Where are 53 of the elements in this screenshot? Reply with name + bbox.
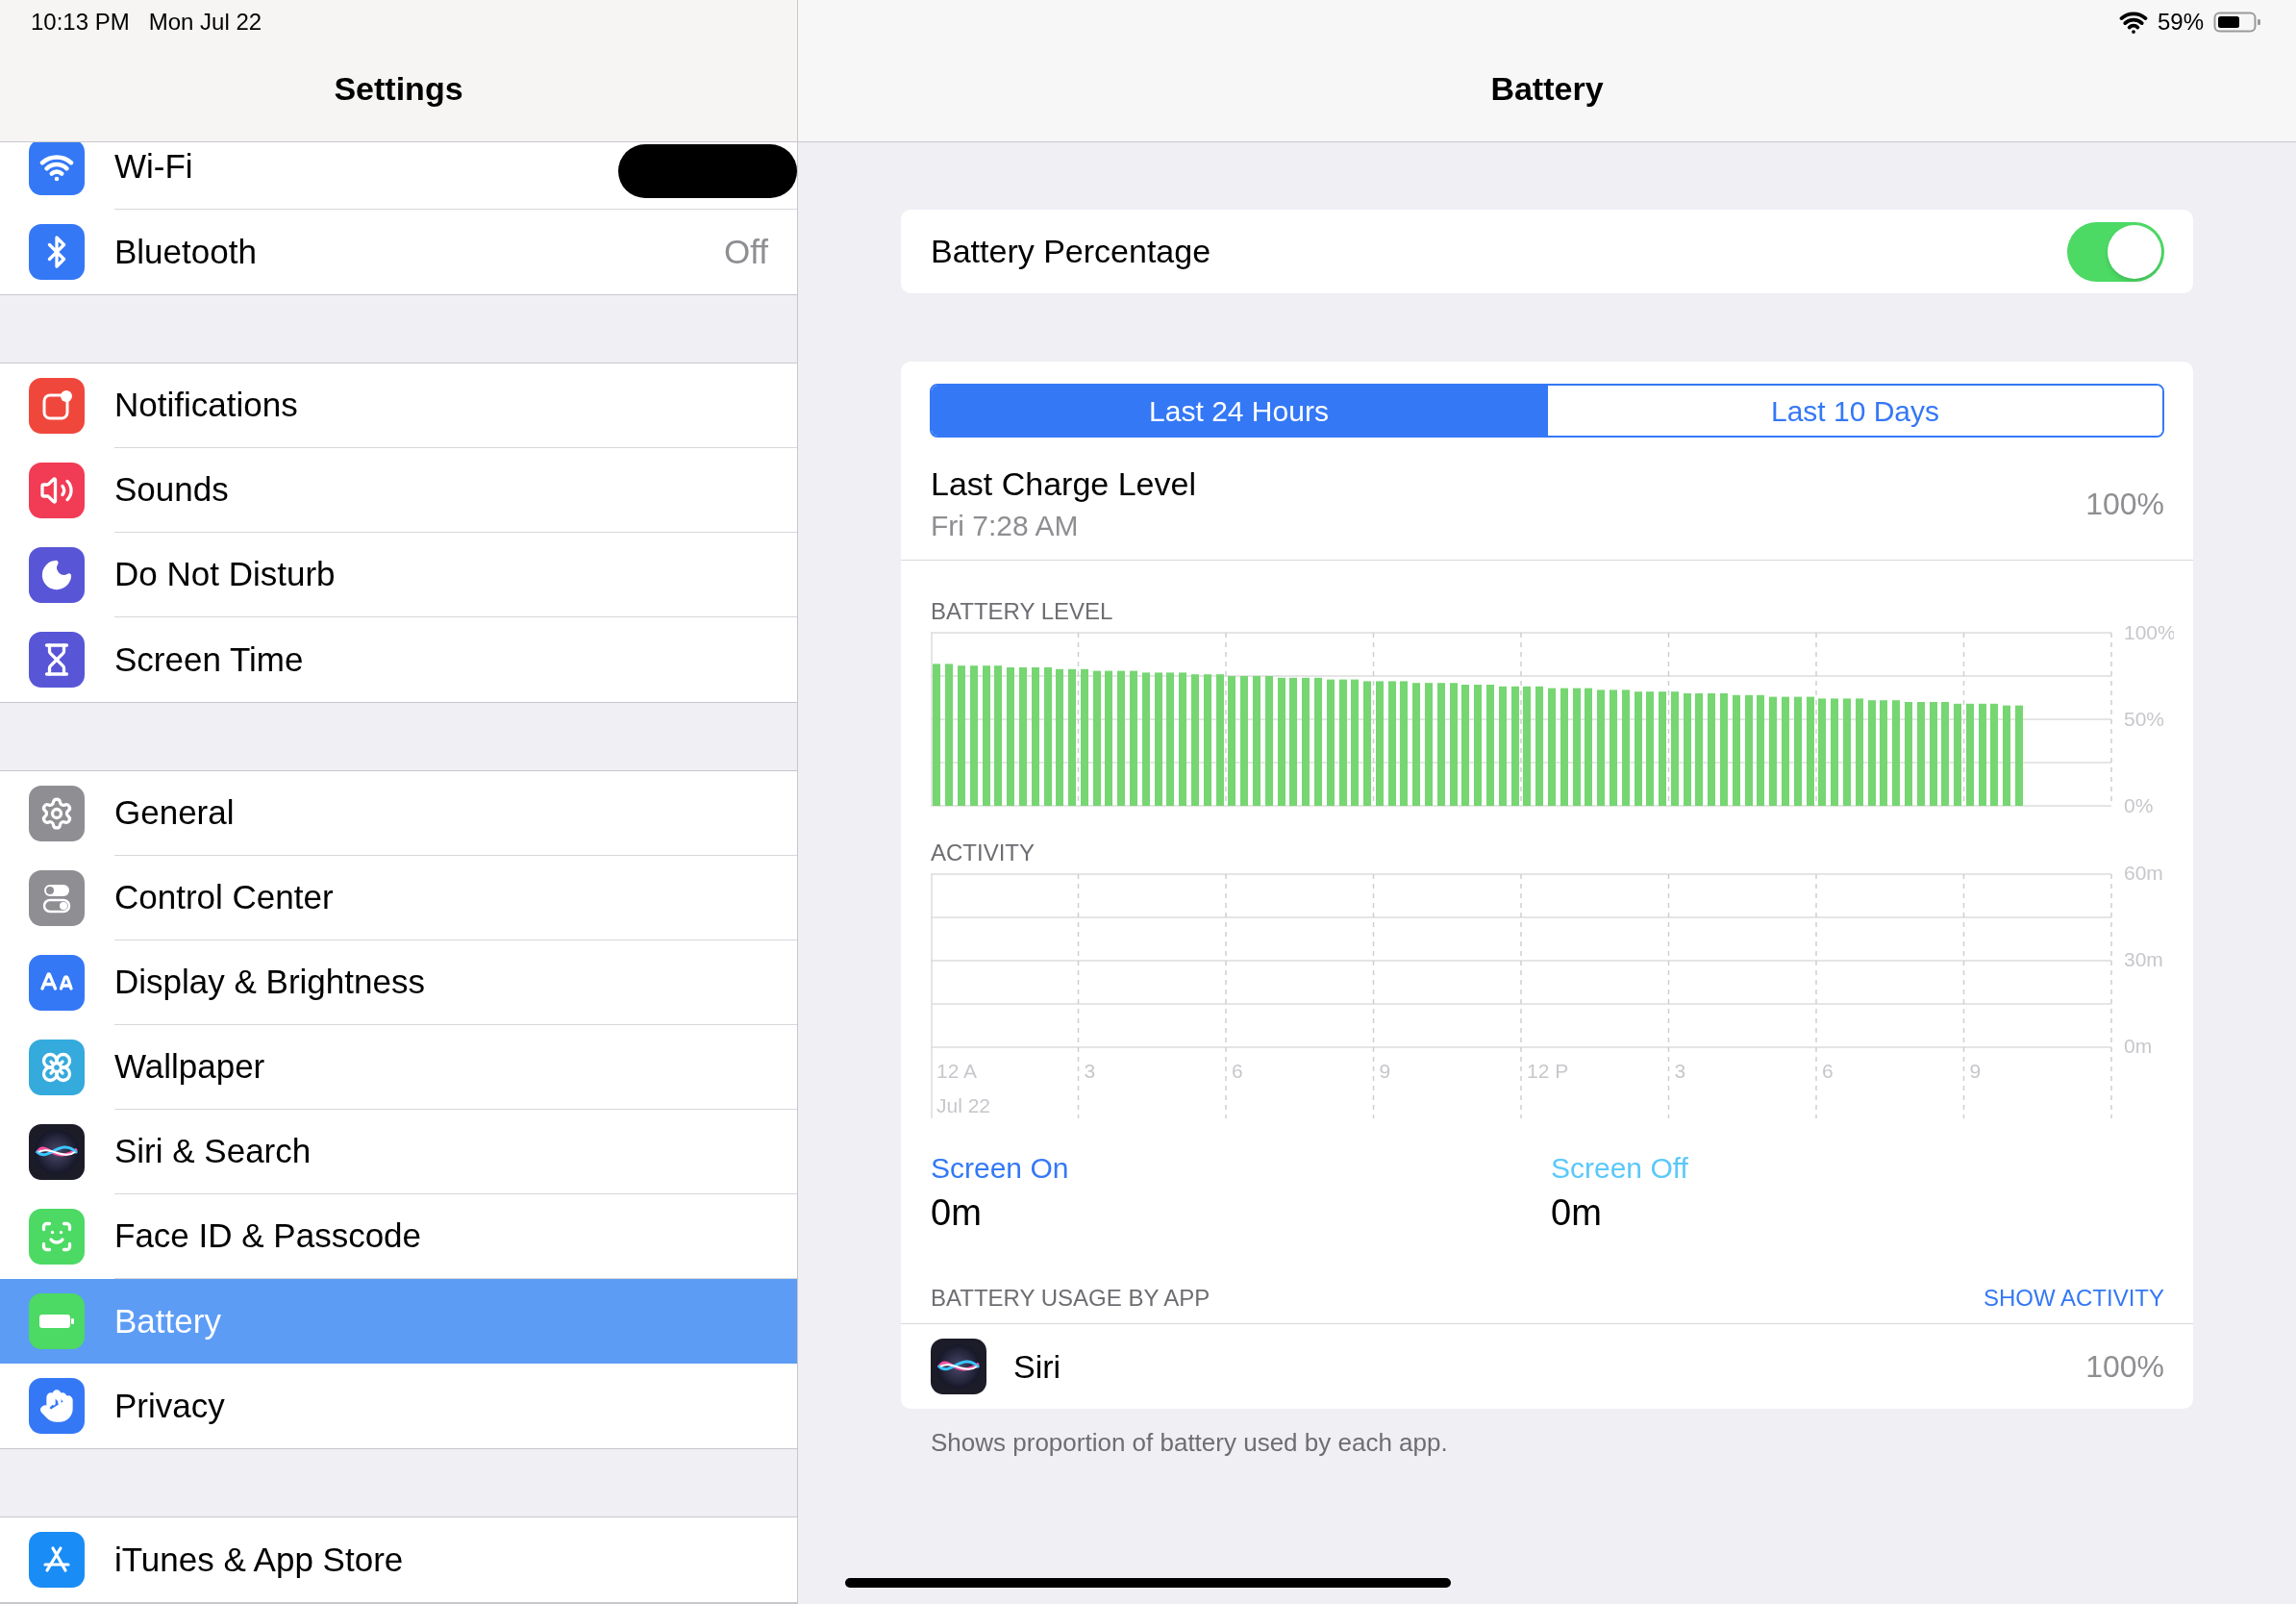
show-activity-link[interactable]: SHOW ACTIVITY — [1984, 1285, 2164, 1312]
siri-icon — [931, 1339, 986, 1394]
text-size-icon — [29, 955, 85, 1011]
last-charge-label: Last Charge Level — [931, 464, 1196, 503]
moon-icon — [29, 547, 85, 603]
footer-note: Shows proportion of battery used by each app. — [930, 1427, 1449, 1459]
axis-label: 50% — [2124, 708, 2165, 731]
date-label: Jul 22 — [936, 1093, 991, 1116]
item-value: Off — [723, 231, 768, 272]
sidebar-title: Settings — [334, 69, 463, 109]
segment-tab[interactable]: Last 10 Days — [1546, 386, 2162, 436]
battery-percent: 59% — [2157, 8, 2204, 37]
axis-label: 9 — [1969, 1059, 1982, 1082]
flower-icon — [29, 1040, 85, 1095]
app-usage-value: 100% — [2085, 1348, 2164, 1386]
setting-label: Battery Percentage — [931, 232, 1211, 271]
legend-label: Screen On — [931, 1151, 1070, 1186]
axis-label: 0m — [2124, 1034, 2153, 1057]
toggle-knob — [2108, 224, 2161, 279]
notifications-icon — [29, 378, 85, 434]
axis-label: 6 — [1822, 1059, 1834, 1082]
legend-label: Screen Off — [1551, 1151, 1689, 1186]
last-charge-value: 100% — [2085, 486, 2164, 523]
battery-status-icon — [2213, 11, 2261, 34]
last-charge-time: Fri 7:28 AM — [931, 509, 1080, 543]
detail-title: Battery — [1490, 69, 1604, 109]
legend-value: 0m — [931, 1191, 983, 1234]
axis-label: 3 — [1674, 1059, 1686, 1082]
speaker-icon — [29, 463, 85, 518]
face-scan-icon — [29, 1209, 85, 1265]
app-name: Siri — [1013, 1346, 1062, 1387]
toggles-icon — [29, 870, 85, 926]
axis-label: 9 — [1379, 1059, 1391, 1082]
section-label: BATTERY LEVEL — [931, 598, 1114, 625]
axis-label: 0% — [2124, 794, 2154, 814]
bluetooth-icon — [29, 224, 85, 280]
axis-label: 12 A — [936, 1059, 978, 1082]
axis-label: 12 P — [1527, 1059, 1569, 1082]
axis-label: 3 — [1084, 1059, 1096, 1082]
status-time: 10:13 PM — [31, 8, 130, 37]
hand-icon — [29, 1378, 85, 1434]
section-label: BATTERY USAGE BY APP — [931, 1285, 1210, 1312]
axis-label: 30m — [2124, 947, 2163, 970]
segment-tab[interactable]: Last 24 Hours — [932, 386, 1546, 436]
app-store-icon — [29, 1532, 85, 1588]
section-label: ACTIVITY — [931, 840, 1036, 866]
settings-icon — [29, 786, 85, 841]
hourglass-icon — [29, 632, 85, 688]
legend-value: 0m — [1551, 1191, 1603, 1234]
siri-icon — [29, 1124, 85, 1180]
axis-label: 6 — [1232, 1059, 1243, 1082]
status-date: Mon Jul 22 — [148, 8, 262, 37]
battery-icon — [29, 1293, 85, 1349]
